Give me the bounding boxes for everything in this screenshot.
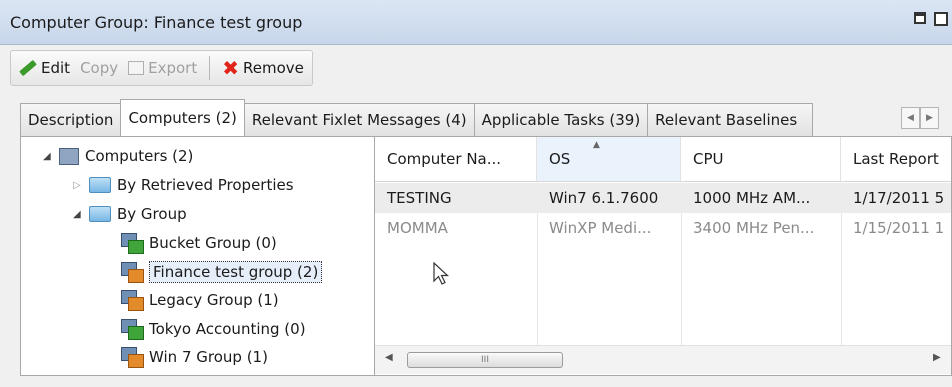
tree-node-bucket-group[interactable]: Bucket Group (0) (121, 233, 277, 254)
sort-ascending-icon: ▲ (593, 140, 600, 150)
folder-icon (89, 206, 111, 222)
toolbar: Edit Copy Export ✖ Remove (0, 46, 952, 90)
folder-icon (89, 177, 111, 193)
tree-label-retrieved-properties: By Retrieved Properties (117, 176, 294, 194)
horizontal-scrollbar[interactable]: ◀ III ▶ (375, 345, 951, 374)
column-header-os-label: OS (549, 150, 571, 168)
tab-scroll-left-icon[interactable]: ◀ (901, 107, 920, 129)
cell-last-report: 1/15/2011 1 (853, 219, 945, 237)
cell-last-report: 1/17/2011 5 (853, 189, 945, 207)
pencil-icon (19, 59, 37, 77)
scroll-left-icon[interactable]: ◀ (385, 352, 393, 363)
export-button[interactable]: Export (126, 59, 199, 77)
tree-node-tokyo-accounting[interactable]: Tokyo Accounting (0) (121, 319, 306, 340)
remove-x-icon: ✖ (222, 56, 239, 80)
computer-group-icon (121, 319, 144, 340)
maximize-icon[interactable] (934, 12, 948, 26)
tab-description[interactable]: Description (20, 103, 122, 136)
expanded-arrow-icon[interactable]: ◢ (43, 151, 53, 162)
computer-group-window: Computer Group: Finance test group Edit … (0, 0, 952, 387)
computer-tree: ◢ Computers (2) ▷ By Retrieved Propertie… (21, 137, 375, 375)
table-row[interactable]: MOMMA WinXP Medi... 3400 MHz Pen... 1/15… (375, 213, 951, 243)
title-bar: Computer Group: Finance test group (0, 0, 952, 45)
cell-cpu: 1000 MHz AM... (693, 189, 811, 207)
collapsed-arrow-icon[interactable]: ▷ (73, 180, 83, 191)
copy-label: Copy (80, 59, 119, 77)
edit-button[interactable]: Edit (17, 59, 72, 77)
tree-node-by-group[interactable]: ◢ By Group (73, 205, 187, 223)
computer-group-icon (121, 347, 144, 368)
tab-computers[interactable]: Computers (2) (120, 99, 245, 136)
tree-node-legacy-group[interactable]: Legacy Group (1) (121, 290, 279, 311)
window-title: Computer Group: Finance test group (10, 12, 303, 32)
computer-group-icon (121, 290, 144, 311)
dock-icon[interactable] (914, 12, 926, 24)
scroll-thumb[interactable]: III (407, 352, 563, 368)
computers-icon (59, 147, 79, 165)
computers-grid: Computer Na... ▲ OS CPU Last Report TEST… (375, 137, 951, 375)
cell-os: WinXP Medi... (549, 219, 652, 237)
remove-button[interactable]: ✖ Remove (220, 58, 306, 78)
export-label: Export (148, 59, 198, 77)
tree-node-computers[interactable]: ◢ Computers (2) (43, 147, 193, 165)
tree-label-tokyo-accounting: Tokyo Accounting (0) (149, 320, 306, 338)
column-header-last-report[interactable]: Last Report (841, 137, 951, 181)
tab-relevant-baselines[interactable]: Relevant Baselines (647, 103, 814, 136)
cell-computer-name: MOMMA (387, 219, 448, 237)
column-header-cpu[interactable]: CPU (681, 137, 841, 181)
computer-group-icon (121, 262, 144, 283)
tree-label-computers: Computers (2) (85, 147, 194, 165)
tab-scroll-right-icon[interactable]: ▶ (920, 107, 939, 129)
export-icon (128, 61, 145, 75)
column-header-computer-name[interactable]: Computer Na... (375, 137, 537, 181)
cell-cpu: 3400 MHz Pen... (693, 219, 815, 237)
cell-computer-name: TESTING (387, 189, 452, 207)
tree-node-retrieved-properties[interactable]: ▷ By Retrieved Properties (73, 176, 294, 194)
tree-label-finance-test-group: Finance test group (2) (149, 261, 323, 283)
table-row[interactable]: TESTING Win7 6.1.7600 1000 MHz AM... 1/1… (375, 183, 951, 213)
tab-strip: Description Computers (2) Relevant Fixle… (20, 99, 814, 136)
tree-node-win7-group[interactable]: Win 7 Group (1) (121, 347, 268, 368)
computer-group-icon (121, 233, 144, 254)
tab-relevant-fixlet-messages[interactable]: Relevant Fixlet Messages (4) (243, 103, 475, 136)
cell-os: Win7 6.1.7600 (549, 189, 659, 207)
tree-label-legacy-group: Legacy Group (1) (149, 291, 279, 309)
column-header-os[interactable]: ▲ OS (537, 137, 681, 181)
edit-label: Edit (41, 59, 71, 77)
copy-button[interactable]: Copy (78, 59, 120, 77)
tree-label-by-group: By Group (117, 205, 187, 223)
tree-node-finance-test-group[interactable]: Finance test group (2) (121, 261, 323, 283)
expanded-arrow-icon[interactable]: ◢ (73, 209, 83, 220)
tree-label-win7-group: Win 7 Group (1) (149, 348, 268, 366)
tab-applicable-tasks[interactable]: Applicable Tasks (39) (473, 103, 649, 136)
toolbar-separator (209, 56, 211, 80)
remove-label: Remove (243, 59, 304, 77)
content-panel: ◢ Computers (2) ▷ By Retrieved Propertie… (20, 136, 952, 376)
mouse-cursor-icon (433, 262, 449, 285)
scroll-right-icon[interactable]: ▶ (933, 352, 941, 363)
grid-header: Computer Na... ▲ OS CPU Last Report (375, 137, 951, 182)
tree-label-bucket-group: Bucket Group (0) (149, 234, 277, 252)
